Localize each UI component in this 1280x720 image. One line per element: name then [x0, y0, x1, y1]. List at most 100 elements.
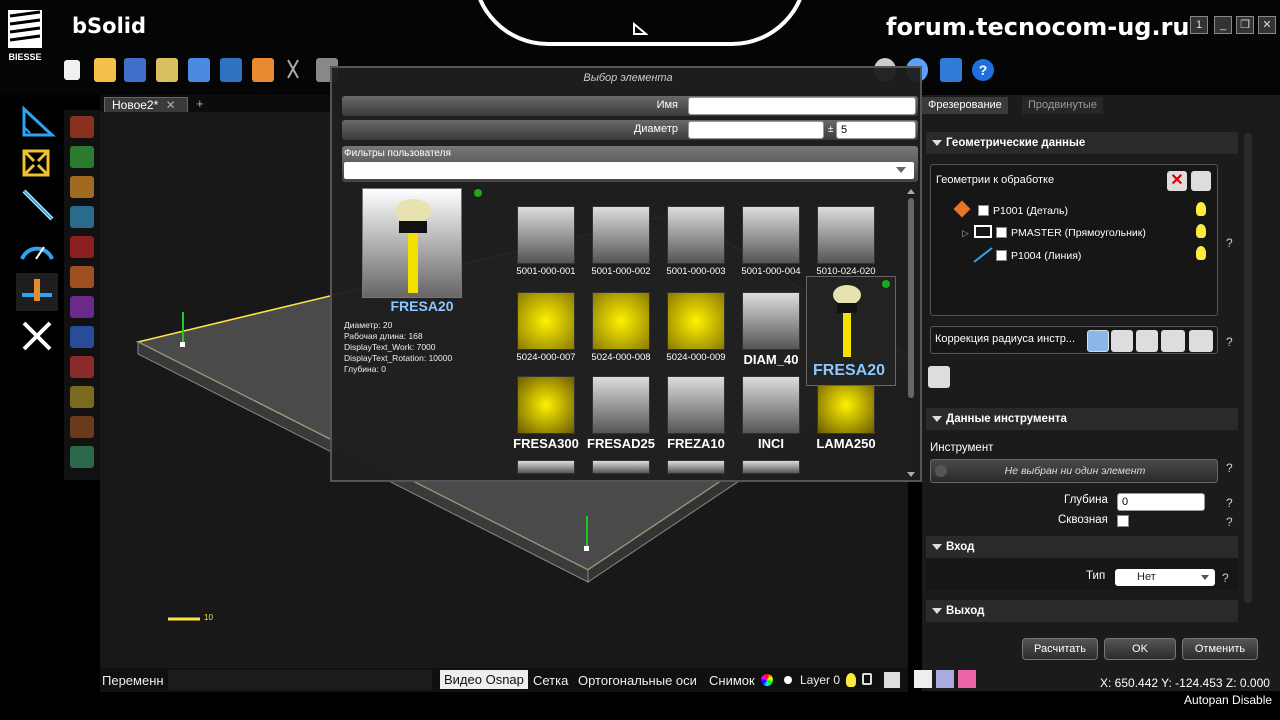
strip-op-icon[interactable] [70, 146, 94, 168]
grid-toggle[interactable]: Сетка [533, 673, 568, 688]
variables-button[interactable]: Переменн [102, 673, 164, 688]
strip-op-icon[interactable] [70, 446, 94, 468]
snap-icons-group[interactable] [168, 670, 432, 690]
view-icon[interactable] [958, 670, 976, 688]
help-icon[interactable]: ? [1226, 515, 1233, 529]
tree-checkbox[interactable] [978, 205, 989, 216]
strip-op-icon[interactable] [70, 416, 94, 438]
tool-item[interactable]: FRESA300 [508, 376, 584, 458]
snapshot-button[interactable]: Снимок [709, 673, 755, 688]
type-select[interactable]: Нет [1115, 569, 1215, 586]
panel-scrollbar[interactable] [1244, 133, 1252, 603]
tool-item[interactable]: 5024-000-008 [583, 292, 659, 374]
strip-op-icon[interactable] [70, 386, 94, 408]
tool-item[interactable]: INCI [733, 376, 809, 458]
machining-icon[interactable] [16, 273, 58, 311]
transform-icon[interactable] [16, 187, 58, 225]
tree-item-part[interactable]: P1001 (Деталь) [993, 205, 1068, 217]
strip-op-icon[interactable] [70, 236, 94, 258]
settings-icon[interactable] [188, 58, 210, 82]
tools-icon[interactable] [16, 317, 58, 355]
layer-selector[interactable]: Layer 0 [800, 673, 840, 687]
minimize-button[interactable]: _ [1214, 16, 1232, 34]
help-icon[interactable]: ? [1222, 571, 1229, 585]
strip-op-icon[interactable] [70, 206, 94, 228]
restore-button[interactable]: ❐ [1236, 16, 1254, 34]
visibility-bulb-icon[interactable] [1196, 224, 1206, 238]
help-icon[interactable]: ? [1226, 236, 1233, 250]
tool-item[interactable]: 5024-000-007 [508, 292, 584, 374]
tree-item-line[interactable]: P1004 (Линия) [1011, 250, 1081, 262]
layer-bulb-icon[interactable] [846, 673, 856, 687]
osnap-toggle[interactable]: Видео Osnap [440, 670, 528, 689]
strip-op-icon[interactable] [70, 176, 94, 198]
view-icon[interactable] [936, 670, 954, 688]
strip-op-icon[interactable] [70, 116, 94, 138]
view-icon[interactable] [914, 670, 932, 688]
expand-icon[interactable]: ▷ [962, 228, 969, 239]
tool-item[interactable]: 5001-000-003 [658, 206, 734, 288]
tool-selector[interactable]: Не выбран ни один элемент [930, 459, 1218, 483]
visibility-bulb-icon[interactable] [1196, 202, 1206, 216]
through-checkbox[interactable] [1117, 515, 1129, 527]
tab-document[interactable]: Новое2* ✕ [104, 97, 188, 113]
visibility-bulb-icon[interactable] [1196, 246, 1206, 260]
diameter-input[interactable] [688, 121, 824, 139]
geometry-section-header[interactable]: Геометрические данные [926, 132, 1238, 154]
ok-button[interactable]: OK [1104, 638, 1176, 660]
radius-loop-icon[interactable] [1161, 330, 1185, 352]
tool-item[interactable]: 5001-000-002 [583, 206, 659, 288]
radius-center-icon[interactable] [1087, 330, 1109, 352]
tool-item[interactable]: FRESAD25 [583, 376, 659, 458]
remove-geometry-icon[interactable]: ✕ [1167, 171, 1187, 191]
tool-item[interactable]: 5001-000-001 [508, 206, 584, 288]
bulb-toggle-icon[interactable] [1191, 171, 1211, 191]
strip-op-icon[interactable] [70, 266, 94, 288]
gauge-icon[interactable] [16, 229, 58, 267]
measure-icon[interactable] [16, 103, 58, 141]
tree-checkbox[interactable] [996, 250, 1007, 261]
cancel-button[interactable]: Отменить [1182, 638, 1258, 660]
open-folder-icon[interactable] [94, 58, 116, 82]
tolerance-input[interactable]: 5 [836, 121, 916, 139]
grid-scrollbar[interactable] [906, 188, 916, 478]
lock-icon[interactable] [862, 673, 872, 685]
help-icon[interactable]: ? [972, 59, 994, 81]
name-input[interactable] [688, 97, 916, 115]
radius-right-icon[interactable] [1136, 330, 1158, 352]
resize-icon[interactable] [16, 145, 58, 183]
strip-op-icon[interactable] [70, 296, 94, 318]
close-button[interactable]: ✕ [1258, 16, 1276, 34]
tree-item-rectangle[interactable]: PMASTER (Прямоугольник) [1011, 227, 1146, 239]
entry-section-header[interactable]: Вход [926, 536, 1238, 558]
tool-data-section-header[interactable]: Данные инструмента [926, 408, 1238, 430]
sphere-icon[interactable] [940, 58, 962, 82]
hatch-icon[interactable] [884, 672, 900, 688]
tab-milling[interactable]: Фрезерование [922, 97, 1008, 114]
radius-arrow-icon[interactable] [1189, 330, 1213, 352]
strip-op-icon[interactable] [70, 356, 94, 378]
help-icon[interactable]: ? [1226, 461, 1233, 475]
cut-icon[interactable] [286, 58, 300, 82]
help-icon[interactable]: ? [1226, 335, 1233, 349]
tool-item[interactable]: 5024-000-009 [658, 292, 734, 374]
strip-op-icon[interactable] [70, 326, 94, 348]
add-tab-icon[interactable]: + [196, 96, 204, 111]
tool-item[interactable]: FREZA10 [658, 376, 734, 458]
new-file-icon[interactable] [64, 60, 80, 80]
import-icon[interactable] [220, 58, 242, 82]
tool-thumbnail[interactable] [742, 460, 800, 474]
brush-icon[interactable] [928, 366, 950, 388]
tool-thumbnail[interactable] [517, 460, 575, 474]
tab-close-icon[interactable]: ✕ [166, 98, 176, 112]
depth-input[interactable]: 0 [1117, 493, 1205, 511]
tool-item[interactable]: 5001-000-004 [733, 206, 809, 288]
calculate-button[interactable]: Расчитать [1022, 638, 1098, 660]
filters-select[interactable] [344, 162, 914, 179]
tab-advanced[interactable]: Продвинутые [1022, 97, 1103, 114]
tool-thumbnail[interactable] [592, 460, 650, 474]
export-icon[interactable] [252, 58, 274, 82]
radius-left-icon[interactable] [1111, 330, 1133, 352]
help-icon[interactable]: ? [1226, 496, 1233, 510]
save-as-icon[interactable] [156, 58, 178, 82]
